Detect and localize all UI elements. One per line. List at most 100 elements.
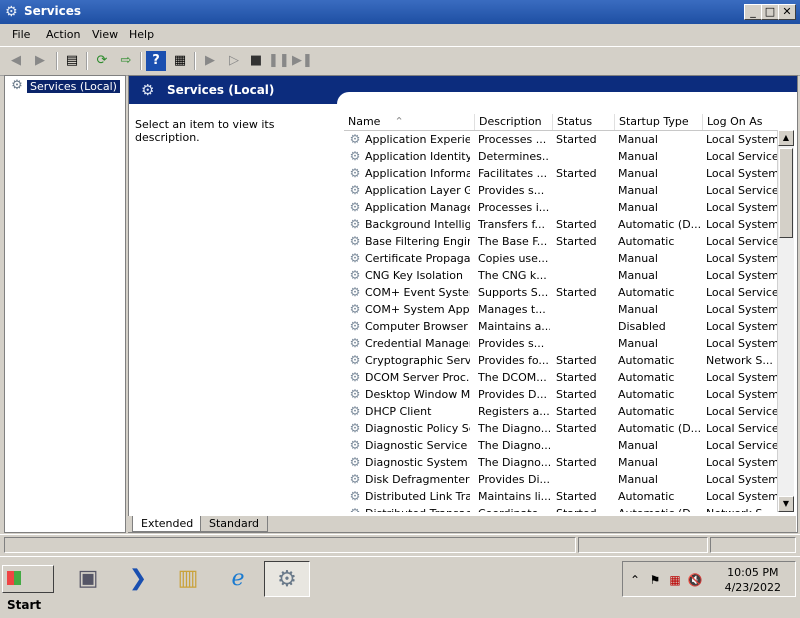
notification-area: ⌃ ⚑ ▦ 🔇 10:05 PM 4/23/2022 [622, 561, 796, 597]
service-description: The Diagno... [478, 422, 550, 435]
service-row[interactable]: ⚙Distributed Transac... Coordinate... Star… [344, 505, 777, 512]
services-gear-icon: ⚙ [5, 4, 18, 20]
start-service-icon[interactable]: ▶ [200, 51, 220, 71]
menu-action[interactable]: Action [46, 28, 80, 41]
service-startup-type: Manual [618, 269, 658, 282]
internet-explorer-icon[interactable]: ℯ [218, 561, 258, 597]
service-row[interactable]: ⚙ Credential Manager Provides s... Manual Lo… [344, 335, 777, 352]
service-startup-type: Automatic (D... [618, 422, 700, 435]
powershell-icon[interactable]: ❯ [118, 561, 158, 597]
service-startup-type: Disabled [618, 320, 666, 333]
services-list: Name ⌃ Description Status Startup Type Lo… [344, 112, 777, 512]
back-arrow-icon[interactable]: ◀ [6, 51, 26, 71]
service-row[interactable]: ⚙ Application Manage... Processes i... Manu… [344, 199, 777, 216]
tab-standard[interactable]: Standard [200, 516, 269, 532]
pause-service-icon[interactable]: ❚❚ [268, 51, 290, 71]
service-row[interactable]: ⚙ Application Informa... Facilitates ... St… [344, 165, 777, 182]
service-row[interactable]: ⚙ CNG Key Isolation The CNG k... Manual Loca… [344, 267, 777, 284]
gear-icon: ⚙ [11, 78, 23, 93]
system-clock[interactable]: 10:05 PM 4/23/2022 [725, 565, 781, 595]
service-row[interactable]: ⚙ Disk Defragmenter Provides Di... Manual Lo… [344, 471, 777, 488]
service-row[interactable]: ⚙ Application Identity Determines... Manual… [344, 148, 777, 165]
service-name: Cryptographic Serv... [365, 354, 470, 367]
start-button[interactable]: Start [2, 565, 54, 612]
service-gear-icon: ⚙ [349, 336, 361, 350]
tree-node-services-local[interactable]: ⚙ Services (Local) [9, 78, 120, 94]
service-description: The DCOM... [478, 371, 547, 384]
service-row[interactable]: ⚙ Diagnostic Policy Se... The Diagno... Sta… [344, 420, 777, 437]
windows-explorer-icon[interactable]: ▥ [168, 561, 208, 597]
service-gear-icon: ⚙ [349, 251, 361, 265]
service-row[interactable]: ⚙ Cryptographic Serv... Provides fo... Star… [344, 352, 777, 369]
description-area: Select an item to view its description. [135, 118, 275, 144]
service-log-on-as: Local Service [706, 286, 777, 299]
start-service-alt-icon[interactable]: ▷ [224, 51, 244, 71]
scroll-up-icon[interactable]: ▲ [778, 130, 794, 146]
service-row[interactable]: ⚙ Computer Browser Maintains a... Disabled L… [344, 318, 777, 335]
window-title-bar[interactable]: ⚙ Services _ □ ✕ [0, 0, 800, 24]
vertical-scrollbar[interactable]: ▲ ▼ [777, 130, 794, 512]
tab-extended[interactable]: Extended [132, 516, 203, 532]
console-tree: ⚙ Services (Local) [4, 75, 126, 533]
refresh-icon[interactable]: ⟳ [92, 51, 112, 71]
service-status: Started [556, 218, 597, 231]
service-row[interactable]: ⚙ Diagnostic System ... The Diagno... Start… [344, 454, 777, 471]
service-row[interactable]: ⚙ COM+ Event System Supports S... Started Au… [344, 284, 777, 301]
service-gear-icon: ⚙ [349, 370, 361, 384]
service-row[interactable]: ⚙ Certificate Propaga... Copies use... Manu… [344, 250, 777, 267]
forward-arrow-icon[interactable]: ▶ [30, 51, 50, 71]
menu-help[interactable]: Help [129, 28, 154, 41]
volume-muted-icon[interactable]: 🔇 [687, 572, 703, 588]
scroll-thumb[interactable] [779, 148, 793, 238]
service-row[interactable]: ⚙ Base Filtering Engine The Base F... Start… [344, 233, 777, 250]
service-description: Maintains li... [478, 490, 550, 503]
show-hidden-icons-icon[interactable]: ⌃ [627, 572, 643, 588]
maximize-button[interactable]: □ [761, 4, 779, 20]
toolbar: ◀ ▶ ▤ ⟳ ⇨ ? ▦ ▶ ▷ ■ ❚❚ ▶❚ [0, 46, 800, 76]
status-bar [0, 534, 800, 555]
column-header-status[interactable]: Status [552, 114, 615, 130]
service-status: Started [556, 456, 597, 469]
minimize-button[interactable]: _ [744, 4, 762, 20]
service-startup-type: Manual [618, 456, 658, 469]
export-list-icon[interactable]: ⇨ [116, 51, 136, 71]
service-name: Distributed Transac... [365, 505, 470, 512]
services-taskbar-icon[interactable]: ⚙ [264, 561, 310, 597]
service-row[interactable]: ⚙ Application Experie... Processes ... Star… [344, 131, 777, 148]
close-button[interactable]: ✕ [778, 4, 796, 20]
service-startup-type: Manual [618, 184, 658, 197]
service-log-on-as: Local System [706, 218, 777, 231]
service-row[interactable]: ⚙ Background Intellig... Transfers f... Sta… [344, 216, 777, 233]
service-startup-type: Automatic [618, 388, 675, 401]
pane-title: Services (Local) [167, 83, 275, 97]
service-row[interactable]: ⚙ COM+ System Appl... Manages t... Manual Lo… [344, 301, 777, 318]
help-icon[interactable]: ? [146, 51, 166, 71]
service-gear-icon: ⚙ [348, 506, 362, 512]
service-row[interactable]: ⚙ Desktop Window M... Provides D... Started… [344, 386, 777, 403]
service-log-on-as: Local System [706, 473, 777, 486]
network-icon[interactable]: ▦ [667, 572, 683, 588]
service-row[interactable]: ⚙ DHCP Client Registers a... Started Automat… [344, 403, 777, 420]
stop-service-icon[interactable]: ■ [246, 51, 266, 71]
column-header-log-on-as[interactable]: Log On As [702, 114, 777, 130]
service-row[interactable]: ⚙ Distributed Link Tra... Maintains li... S… [344, 488, 777, 505]
service-description: Provides D... [478, 388, 547, 401]
menu-file[interactable]: File [12, 28, 30, 41]
service-description: Maintains a... [478, 320, 550, 333]
service-status: Started [556, 133, 597, 146]
column-header-name[interactable]: Name ⌃ [344, 114, 474, 130]
service-row[interactable]: ⚙ DCOM Server Proc... The DCOM... Started Au… [344, 369, 777, 386]
column-header-description[interactable]: Description [474, 114, 553, 130]
service-status: Started [556, 388, 597, 401]
column-header-startup-type[interactable]: Startup Type [614, 114, 703, 130]
action-center-flag-icon[interactable]: ⚑ [647, 572, 663, 588]
service-row[interactable]: ⚙ Application Layer G... Provides s... Manu… [344, 182, 777, 199]
server-manager-icon[interactable]: ▣ [68, 561, 108, 597]
properties-icon[interactable]: ▦ [170, 51, 190, 71]
menu-view[interactable]: View [92, 28, 118, 41]
scroll-down-icon[interactable]: ▼ [778, 496, 794, 512]
restart-service-icon[interactable]: ▶❚ [292, 51, 313, 71]
service-row[interactable]: ⚙ Diagnostic Service ... The Diagno... Manu… [344, 437, 777, 454]
show-hide-console-tree-icon[interactable]: ▤ [62, 51, 82, 71]
service-startup-type: Automatic [618, 405, 675, 418]
